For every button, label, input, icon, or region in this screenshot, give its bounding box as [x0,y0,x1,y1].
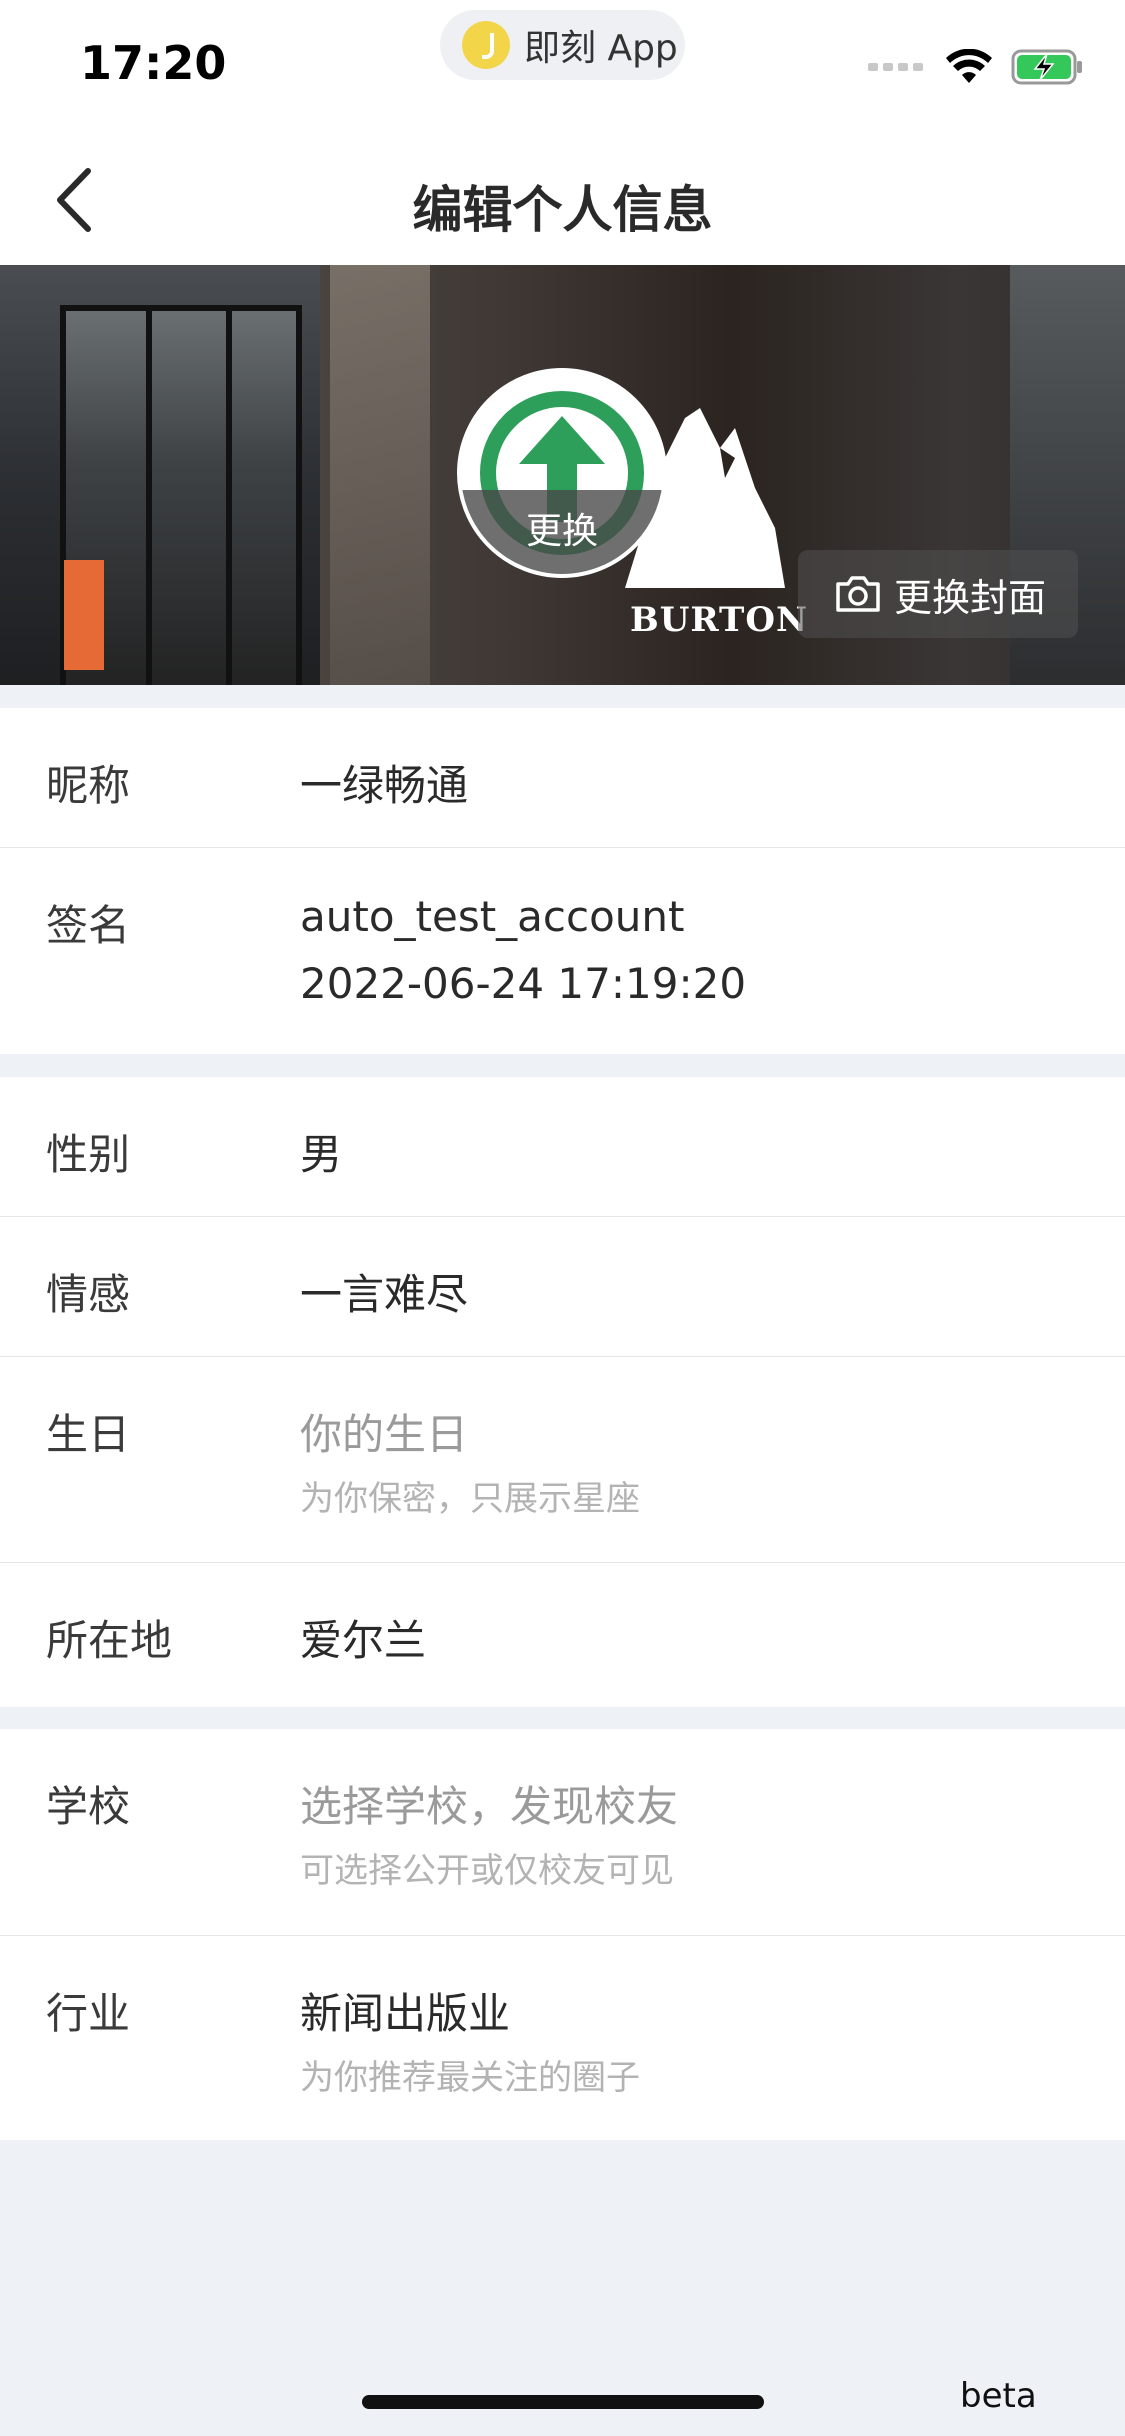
school-placeholder: 选择学校，发现校友 [300,1782,679,1831]
cellular-signal-icon [868,63,923,71]
basic-info-section: 昵称 一绿畅通 签名 auto_test_account 2022-06-24 … [0,708,1125,1054]
cover-brand-text: BURTON [630,600,809,640]
nickname-row[interactable]: 昵称 一绿畅通 [0,708,1125,848]
app-switch-pill[interactable]: 即刻 App [440,10,685,80]
change-cover-label: 更换封面 [894,575,1047,620]
nickname-value: 一绿畅通 [300,761,469,810]
status-indicators [868,48,1085,86]
status-bar: 17:20 即刻 App [0,0,1125,130]
location-label: 所在地 [46,1616,173,1665]
industry-value: 新闻出版业 [300,1989,511,2038]
home-indicator[interactable] [362,2395,764,2409]
gender-label: 性别 [46,1130,131,1179]
school-label: 学校 [46,1782,131,1831]
status-time: 17:20 [80,36,227,90]
industry-label: 行业 [46,1989,131,2038]
signature-row[interactable]: 签名 auto_test_account 2022-06-24 17:19:20 [0,848,1125,1054]
navigation-bar: 编辑个人信息 [0,130,1125,265]
school-row[interactable]: 学校 选择学校，发现校友 可选择公开或仅校友可见 [0,1729,1125,1936]
avatar[interactable]: 更换 [457,368,667,578]
jike-app-logo-icon [462,21,510,69]
cover-photo-poster [64,560,104,670]
signature-label: 签名 [46,901,131,950]
relationship-label: 情感 [46,1270,131,1319]
page-title: 编辑个人信息 [412,181,713,239]
battery-charging-icon [1011,49,1082,85]
industry-row[interactable]: 行业 新闻出版业 为你推荐最关注的圈子 [0,1936,1125,2141]
career-info-section: 学校 选择学校，发现校友 可选择公开或仅校友可见 行业 新闻出版业 为你推荐最关… [0,1729,1125,2140]
relationship-value: 一言难尽 [300,1270,469,1319]
personal-info-section: 性别 男 情感 一言难尽 生日 你的生日 为你保密，只展示星座 所在地 爱尔兰 [0,1077,1125,1707]
relationship-row[interactable]: 情感 一言难尽 [0,1217,1125,1357]
avatar-change-label: 更换 [525,511,598,552]
cover-photo-wall [330,265,430,685]
school-hint: 可选择公开或仅校友可见 [300,1851,674,1891]
industry-hint: 为你推荐最关注的圈子 [300,2058,640,2098]
birthday-row[interactable]: 生日 你的生日 为你保密，只展示星座 [0,1357,1125,1563]
camera-icon [836,576,880,612]
app-pill-label: 即刻 App [524,28,678,69]
change-cover-button[interactable]: 更换封面 [798,550,1078,638]
gender-row[interactable]: 性别 男 [0,1077,1125,1217]
location-row[interactable]: 所在地 爱尔兰 [0,1563,1125,1708]
birthday-placeholder: 你的生日 [300,1410,469,1459]
location-value: 爱尔兰 [300,1616,427,1665]
gender-value: 男 [300,1130,343,1179]
birthday-label: 生日 [46,1410,131,1459]
signature-value-line1: auto_test_account [300,892,685,941]
birthday-hint: 为你保密，只展示星座 [300,1479,640,1519]
beta-label: beta [960,2376,1037,2416]
nickname-label: 昵称 [46,761,131,810]
wifi-icon [946,49,992,83]
signature-value-line2: 2022-06-24 17:19:20 [300,959,747,1008]
